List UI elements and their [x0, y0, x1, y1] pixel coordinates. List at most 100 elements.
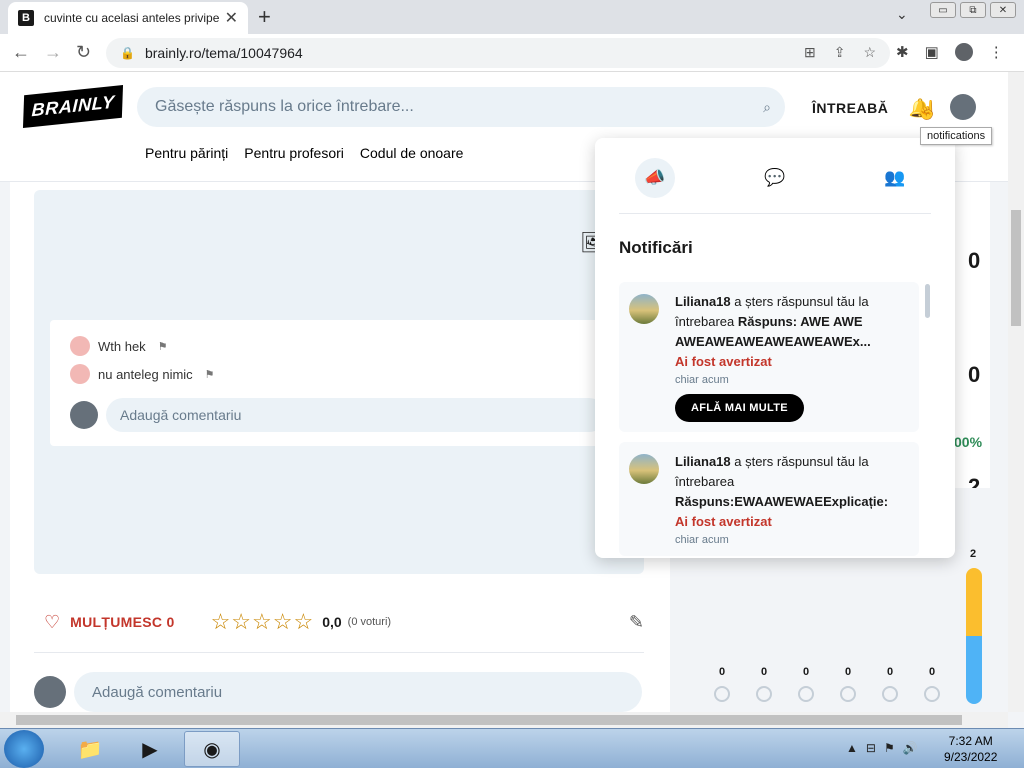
notifier-avatar[interactable] [629, 454, 659, 484]
horizontal-scrollbar[interactable] [0, 712, 1008, 728]
notification-item[interactable]: Liliana18 a șters răspunsul tău la între… [619, 442, 919, 556]
notifications-title: Notificări [619, 238, 693, 257]
network-icon[interactable]: ⊟ [866, 741, 876, 755]
comment-list: Wth hek ⚑ nu anteleg nimic ⚑ Adaugă come… [50, 320, 628, 446]
volume-icon[interactable]: 🔊 [903, 741, 918, 755]
dot-value: 0 [844, 666, 852, 678]
search-placeholder: Găsește răspuns la orice întrebare... [155, 98, 414, 115]
back-arrow-icon[interactable]: ← [12, 42, 30, 63]
notifier-avatar[interactable] [629, 294, 659, 324]
heart-icon[interactable]: ♡ [44, 612, 60, 633]
answer-body: 🖼 Wth hek ⚑ nu anteleg nimic ⚑ Adaugă co… [34, 190, 644, 574]
notifier-username[interactable]: Liliana18 [675, 294, 731, 309]
lock-icon[interactable]: 🔒 [120, 46, 135, 60]
tab-alerts-megaphone-icon[interactable]: 📣 [635, 158, 675, 198]
thanks-button[interactable]: MULȚUMESC 0 [70, 614, 174, 630]
my-avatar [70, 401, 98, 429]
notification-question[interactable]: Răspuns:EWAAWEWAEExplicație: [675, 494, 888, 509]
tab-search-chevron-icon[interactable]: ⌄ [896, 6, 908, 23]
edit-pencil-icon[interactable]: ✎ [629, 612, 644, 633]
comment-item: Wth hek ⚑ [70, 336, 168, 356]
forward-arrow-icon[interactable]: → [44, 42, 62, 63]
level-dot-column: 0 [714, 666, 730, 702]
minimize-button[interactable]: ▭ [930, 2, 956, 18]
new-tab-button[interactable]: + [258, 4, 271, 30]
sub-navigation: Pentru părinți Pentru profesori Codul de… [145, 145, 463, 161]
start-button[interactable] [4, 730, 44, 768]
tab-messages-chat-icon[interactable]: 💬 [755, 158, 795, 198]
level-dot [924, 686, 940, 702]
notification-time: chiar acum [675, 374, 729, 386]
side-panel-icon[interactable]: ▣ [925, 43, 939, 61]
comment-input-row: Adaugă comentariu [70, 398, 606, 432]
media-player-icon[interactable]: ▶ [122, 731, 178, 767]
progress-bar [966, 568, 982, 704]
level-dot [840, 686, 856, 702]
bottom-comment-input[interactable]: Adaugă comentariu [74, 672, 642, 712]
level-dot [798, 686, 814, 702]
extensions-puzzle-icon[interactable]: ✱ [896, 43, 909, 61]
commenter-avatar[interactable] [70, 336, 90, 356]
learn-more-button[interactable]: AFLĂ MAI MULTE [675, 394, 804, 422]
progress-bar-blue [966, 636, 982, 704]
tab-followers-people-icon[interactable]: 👥 [875, 158, 915, 198]
divider [34, 652, 644, 653]
ask-question-button[interactable]: ÎNTREABĂ [812, 100, 888, 116]
horizontal-scroll-thumb[interactable] [16, 715, 962, 725]
clock-date: 9/23/2022 [944, 750, 998, 764]
file-explorer-icon[interactable]: 📁 [62, 731, 118, 767]
system-clock[interactable]: 7:32 AM 9/23/2022 [944, 733, 997, 765]
close-window-button[interactable]: ✕ [990, 2, 1016, 18]
notification-tabs: 📣 💬 👥 [619, 158, 931, 214]
notification-list: Liliana18 a șters răspunsul tău la între… [619, 282, 925, 558]
dot-value: 0 [802, 666, 810, 678]
notification-scrollbar[interactable] [925, 284, 930, 318]
rating-value: 0,0 [322, 614, 342, 630]
brainly-favicon-icon: B [18, 10, 34, 26]
nav-link-honor-code[interactable]: Codul de onoare [360, 145, 464, 161]
share-icon[interactable]: ⇪ [834, 44, 846, 61]
action-center-flag-icon[interactable]: ⚑ [884, 741, 895, 755]
address-bar[interactable]: 🔒 brainly.ro/tema/10047964 ⊞ ⇪ ☆ [106, 38, 890, 68]
translate-icon[interactable]: ⊞ [804, 44, 816, 61]
vertical-scrollbar[interactable] [1008, 72, 1024, 712]
comment-item: nu anteleg nimic ⚑ [70, 364, 215, 384]
brainly-logo[interactable]: BRAINLY [22, 84, 124, 129]
rating-stars[interactable]: ☆☆☆☆☆ [211, 609, 315, 635]
hand-cursor-icon: ☝ [916, 100, 939, 120]
flag-icon[interactable]: ⚑ [205, 368, 215, 381]
bar-label: 2 [970, 548, 977, 560]
tray-expand-icon[interactable]: ▲ [846, 741, 858, 755]
chrome-taskbar-icon[interactable]: ◉ [184, 731, 240, 767]
user-avatar[interactable] [950, 94, 976, 120]
url-text: brainly.ro/tema/10047964 [144, 45, 303, 61]
bottom-comment-row: Adaugă comentariu [34, 672, 642, 712]
dot-value: 0 [928, 666, 936, 678]
menu-kebab-icon[interactable]: ⋮ [989, 43, 1004, 61]
comment-text: nu anteleg nimic [98, 366, 193, 382]
level-dot-column: 0 [840, 666, 856, 702]
browser-toolbar: ← → ↻ 🔒 brainly.ro/tema/10047964 ⊞ ⇪ ☆ ✱… [0, 34, 1024, 72]
comment-text: Wth hek [98, 338, 146, 354]
flag-icon[interactable]: ⚑ [158, 340, 168, 353]
browser-tab-active[interactable]: B cuvinte cu acelasi anteles privipe ✕ [8, 2, 248, 34]
notification-item[interactable]: Liliana18 a șters răspunsul tău la între… [619, 282, 919, 432]
window-controls: ▭ ⧉ ✕ [930, 2, 1016, 18]
level-dot-column: 0 [882, 666, 898, 702]
profile-avatar-icon[interactable] [954, 43, 973, 61]
search-icon[interactable]: ⌕ [763, 99, 771, 116]
clock-time: 7:32 AM [948, 734, 993, 748]
commenter-avatar[interactable] [70, 364, 90, 384]
nav-link-parents[interactable]: Pentru părinți [145, 145, 228, 161]
vertical-scroll-thumb[interactable] [1011, 210, 1021, 326]
restore-button[interactable]: ⧉ [960, 2, 986, 18]
nav-link-teachers[interactable]: Pentru profesori [244, 145, 344, 161]
comment-input[interactable]: Adaugă comentariu [106, 398, 606, 432]
tab-close-icon[interactable]: ✕ [225, 8, 238, 28]
search-input[interactable]: Găsește răspuns la orice întrebare... ⌕ [137, 87, 785, 127]
bookmark-star-icon[interactable]: ☆ [863, 44, 876, 61]
notifier-username[interactable]: Liliana18 [675, 454, 731, 469]
reload-icon[interactable]: ↻ [76, 42, 91, 63]
warning-text: Ai fost avertizat [675, 354, 772, 369]
dot-value: 0 [718, 666, 726, 678]
